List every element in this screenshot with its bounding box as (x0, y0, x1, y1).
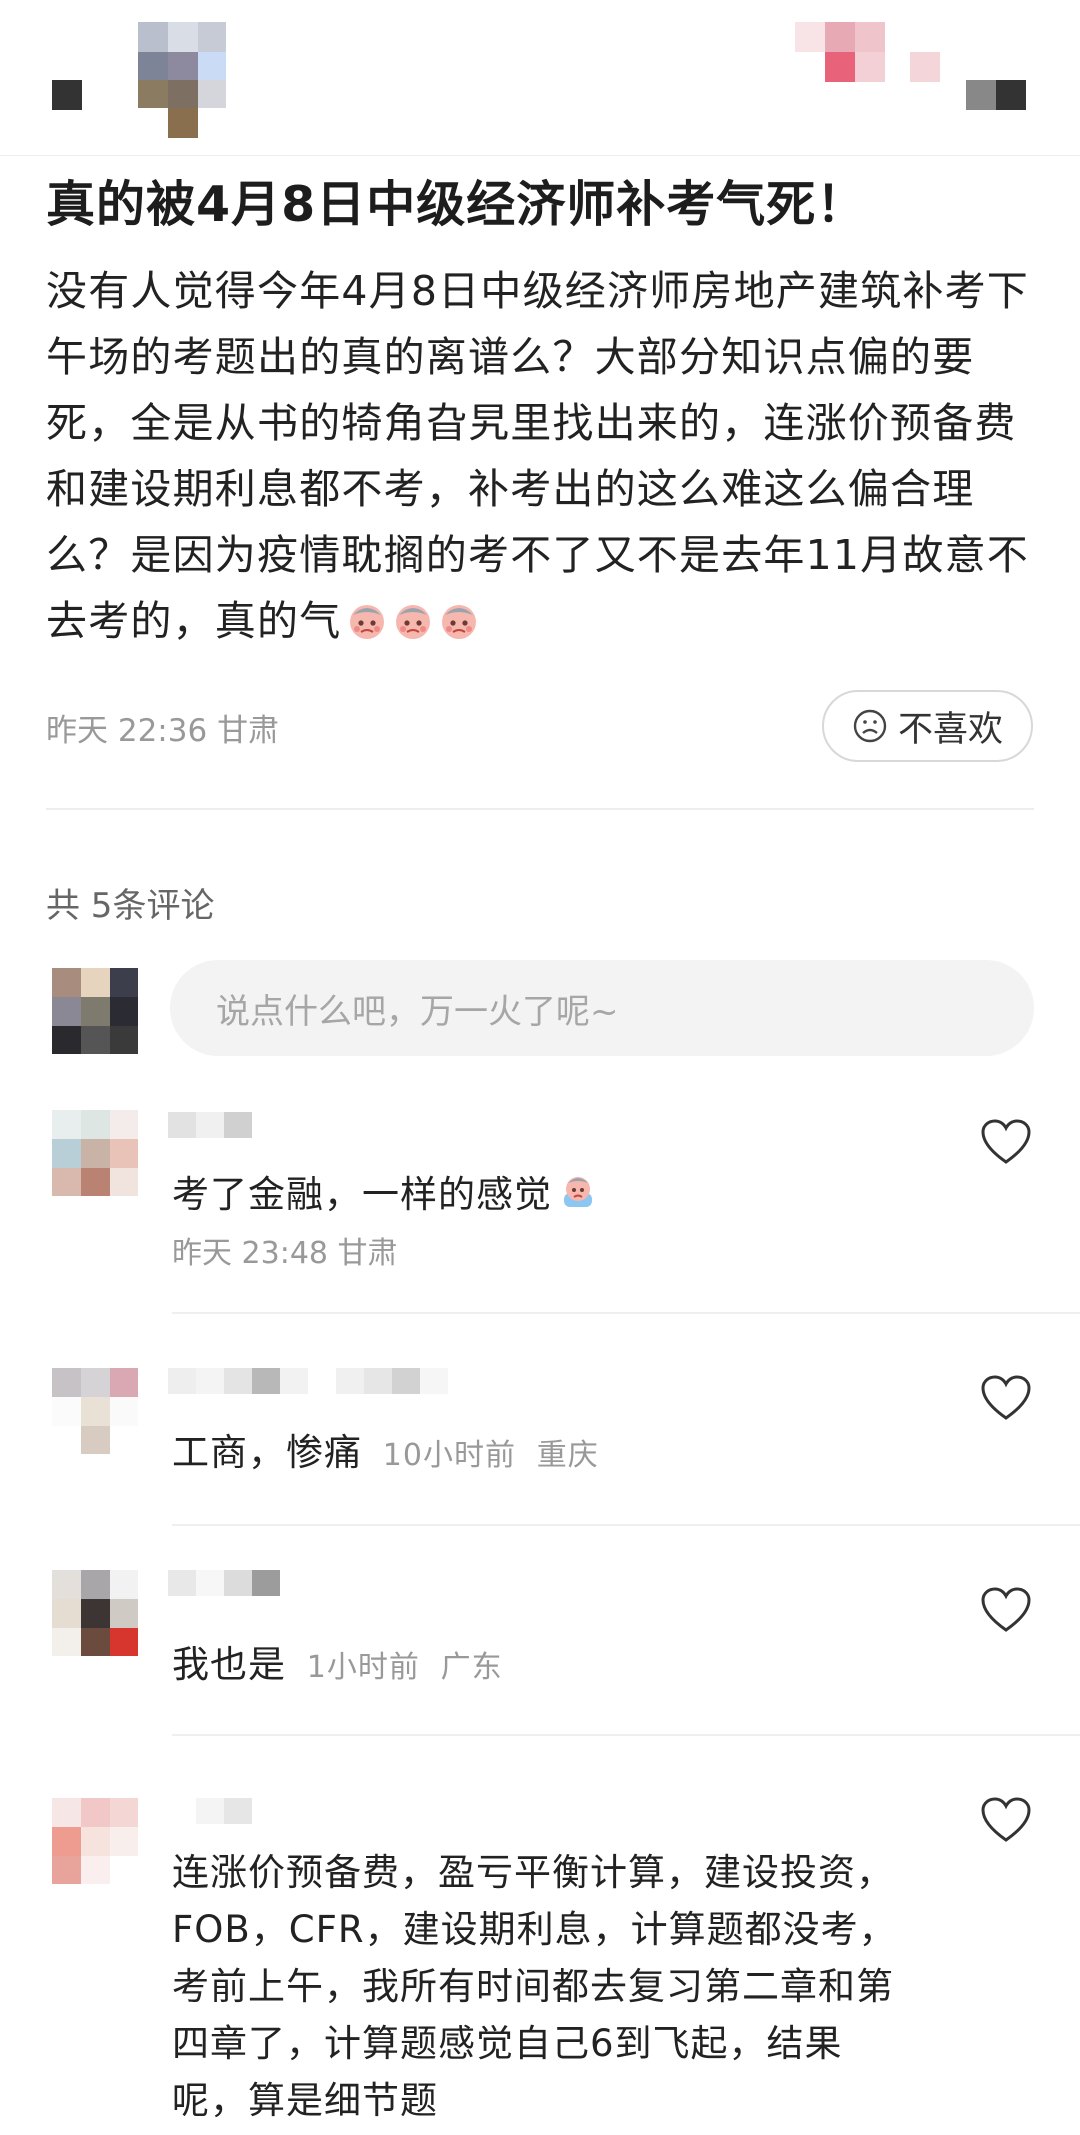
post-location: 甘肃 (217, 713, 280, 749)
dislike-label: 不喜欢 (897, 709, 1003, 750)
like-heart-icon[interactable] (980, 1796, 1032, 1844)
commenter-avatar[interactable] (52, 1368, 138, 1454)
post-body-text: 没有人觉得今年4月8日中级经济师房地产建筑补考下午场的考题出的真的离谱么？大部分… (46, 267, 1029, 645)
post-meta: 昨天 22:36 甘肃 (46, 705, 279, 750)
commenter-name[interactable] (168, 1570, 280, 1596)
my-avatar (52, 968, 138, 1054)
follow-button[interactable] (795, 22, 940, 82)
share-icon[interactable] (966, 80, 1026, 110)
commenter-name[interactable] (168, 1112, 252, 1138)
comment-text: 连涨价预备费，盈亏平衡计算，建设投资，FOB，CFR，建设期利息，计算题都没考，… (172, 1851, 897, 2122)
comment-input[interactable]: 说点什么吧，万一火了呢~ (170, 960, 1034, 1056)
like-heart-icon[interactable] (980, 1586, 1032, 1634)
like-heart-icon[interactable] (980, 1118, 1032, 1166)
comment-text: 我也是 1小时前 广东 (172, 1643, 503, 1686)
commenter-name[interactable] (168, 1368, 448, 1394)
comment-count: 共 5条评论 (46, 886, 215, 926)
post-time: 昨天 22:36 (46, 713, 208, 749)
top-header (0, 0, 1080, 156)
commenter-avatar[interactable] (52, 1570, 138, 1656)
commenter-name[interactable] (196, 1798, 252, 1824)
row-divider (172, 1734, 1080, 1736)
like-heart-icon[interactable] (980, 1374, 1032, 1422)
commenter-avatar[interactable] (52, 1798, 138, 1884)
crying-face-emoji-icon (396, 605, 431, 639)
crying-face-emoji-icon (442, 605, 477, 639)
row-divider (172, 1312, 1080, 1314)
post-body: 没有人觉得今年4月8日中级经济师房地产建筑补考下午场的考题出的真的离谱么？大部分… (46, 258, 1036, 654)
section-divider (46, 808, 1034, 810)
sad-face-icon (853, 709, 887, 743)
commenter-avatar[interactable] (52, 1110, 138, 1196)
comment-text: 工商，惨痛 10小时前 重庆 (172, 1431, 599, 1474)
crying-face-emoji-icon (564, 1177, 592, 1207)
comment-text: 考了金融，一样的感觉 (172, 1166, 598, 1223)
comment-input-placeholder: 说点什么吧，万一火了呢~ (216, 991, 619, 1032)
back-icon[interactable] (52, 80, 82, 110)
comment-meta: 昨天 23:48 甘肃 (172, 1236, 398, 1271)
row-divider (172, 1524, 1080, 1526)
crying-face-emoji-icon (350, 605, 385, 639)
author-avatar[interactable] (138, 22, 226, 138)
post-title: 真的被4月8日中级经济师补考气死！ (46, 176, 867, 233)
dislike-button[interactable]: 不喜欢 (822, 690, 1033, 762)
